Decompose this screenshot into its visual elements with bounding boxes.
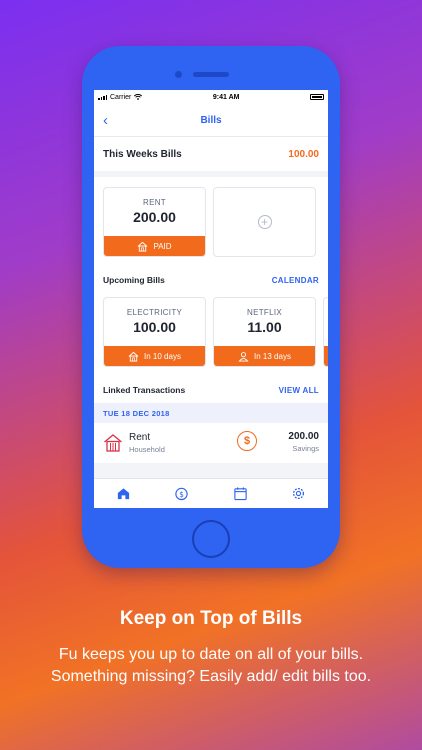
battery-icon [309,94,324,100]
this-week-section: RENT 200.00 PAID + Upcoming Bills CALEND… [94,177,328,403]
chevron-left-icon[interactable]: ‹ [103,113,108,128]
transaction-amount: 200.00 [288,431,319,442]
promo-description: Fu keeps you up to date on all of your b… [50,646,372,685]
page-title: Bills [200,114,222,126]
tab-bar: $ [94,478,328,508]
clock: 9:41 AM [212,93,240,101]
svg-text:$: $ [179,490,184,499]
bill-value: 11.00 [247,319,282,335]
person-icon [238,351,249,362]
view-all-link[interactable]: VIEW ALL [279,386,319,395]
dollar-coin-icon: $ [237,431,257,451]
promo-headline: Keep on Top of Bills [119,608,303,629]
due-badge [324,346,328,366]
this-week-amount: 100.00 [288,148,319,160]
camera [175,71,182,78]
bill-card-netflix[interactable]: NETFLIX 11.00 In 13 days [213,297,316,367]
home-icon[interactable] [116,486,131,501]
signal-icon [98,94,107,100]
calendar-icon[interactable] [233,486,248,501]
plus-circle-icon: + [257,215,272,229]
add-bill-button[interactable]: + [213,187,316,257]
bill-value: 200.00 [133,209,176,225]
upcoming-header: Upcoming Bills CALENDAR [94,267,328,293]
carrier: Carrier [110,93,132,101]
house-icon [138,241,148,252]
this-week-label: This Weeks Bills [103,148,182,160]
transaction-category: Household [129,445,165,454]
bill-card-peek[interactable] [323,297,328,367]
transaction-name: Rent [129,432,151,443]
linked-label: Linked Transactions [103,385,186,395]
linked-header: Linked Transactions VIEW ALL [94,377,328,403]
status-badge: PAID [104,236,205,256]
transaction-account: Savings [292,444,319,453]
bill-category: RENT [143,198,166,207]
due-badge: In 13 days [214,346,315,366]
house-icon [104,434,122,452]
due-badge: In 10 days [104,346,205,366]
status-bar: Carrier 9:41 AM [94,90,328,104]
this-week-summary: This Weeks Bills 100.00 [94,137,328,171]
settings-icon[interactable] [291,486,306,501]
money-icon[interactable]: $ [174,486,189,501]
house-icon [128,351,139,362]
speaker [193,72,229,77]
bill-value: 100.00 [133,319,176,335]
transaction-date: TUE 18 DEC 2018 [94,403,328,423]
upcoming-label: Upcoming Bills [103,275,165,285]
bill-category: NETFLIX [247,308,282,317]
calendar-link[interactable]: CALENDAR [272,276,319,285]
bill-card-rent[interactable]: RENT 200.00 PAID [103,187,206,257]
app-screen: Carrier 9:41 AM ‹ Bills This Weeks Bills… [94,90,328,508]
wifi-icon [134,94,143,100]
bill-category: ELECTRICITY [126,308,183,317]
nav-bar: ‹ Bills [94,104,328,137]
bill-card-electricity[interactable]: ELECTRICITY 100.00 In 10 days [103,297,206,367]
table-row[interactable]: Rent Household $ 200.00 Savings [94,423,328,463]
home-button [192,520,230,558]
